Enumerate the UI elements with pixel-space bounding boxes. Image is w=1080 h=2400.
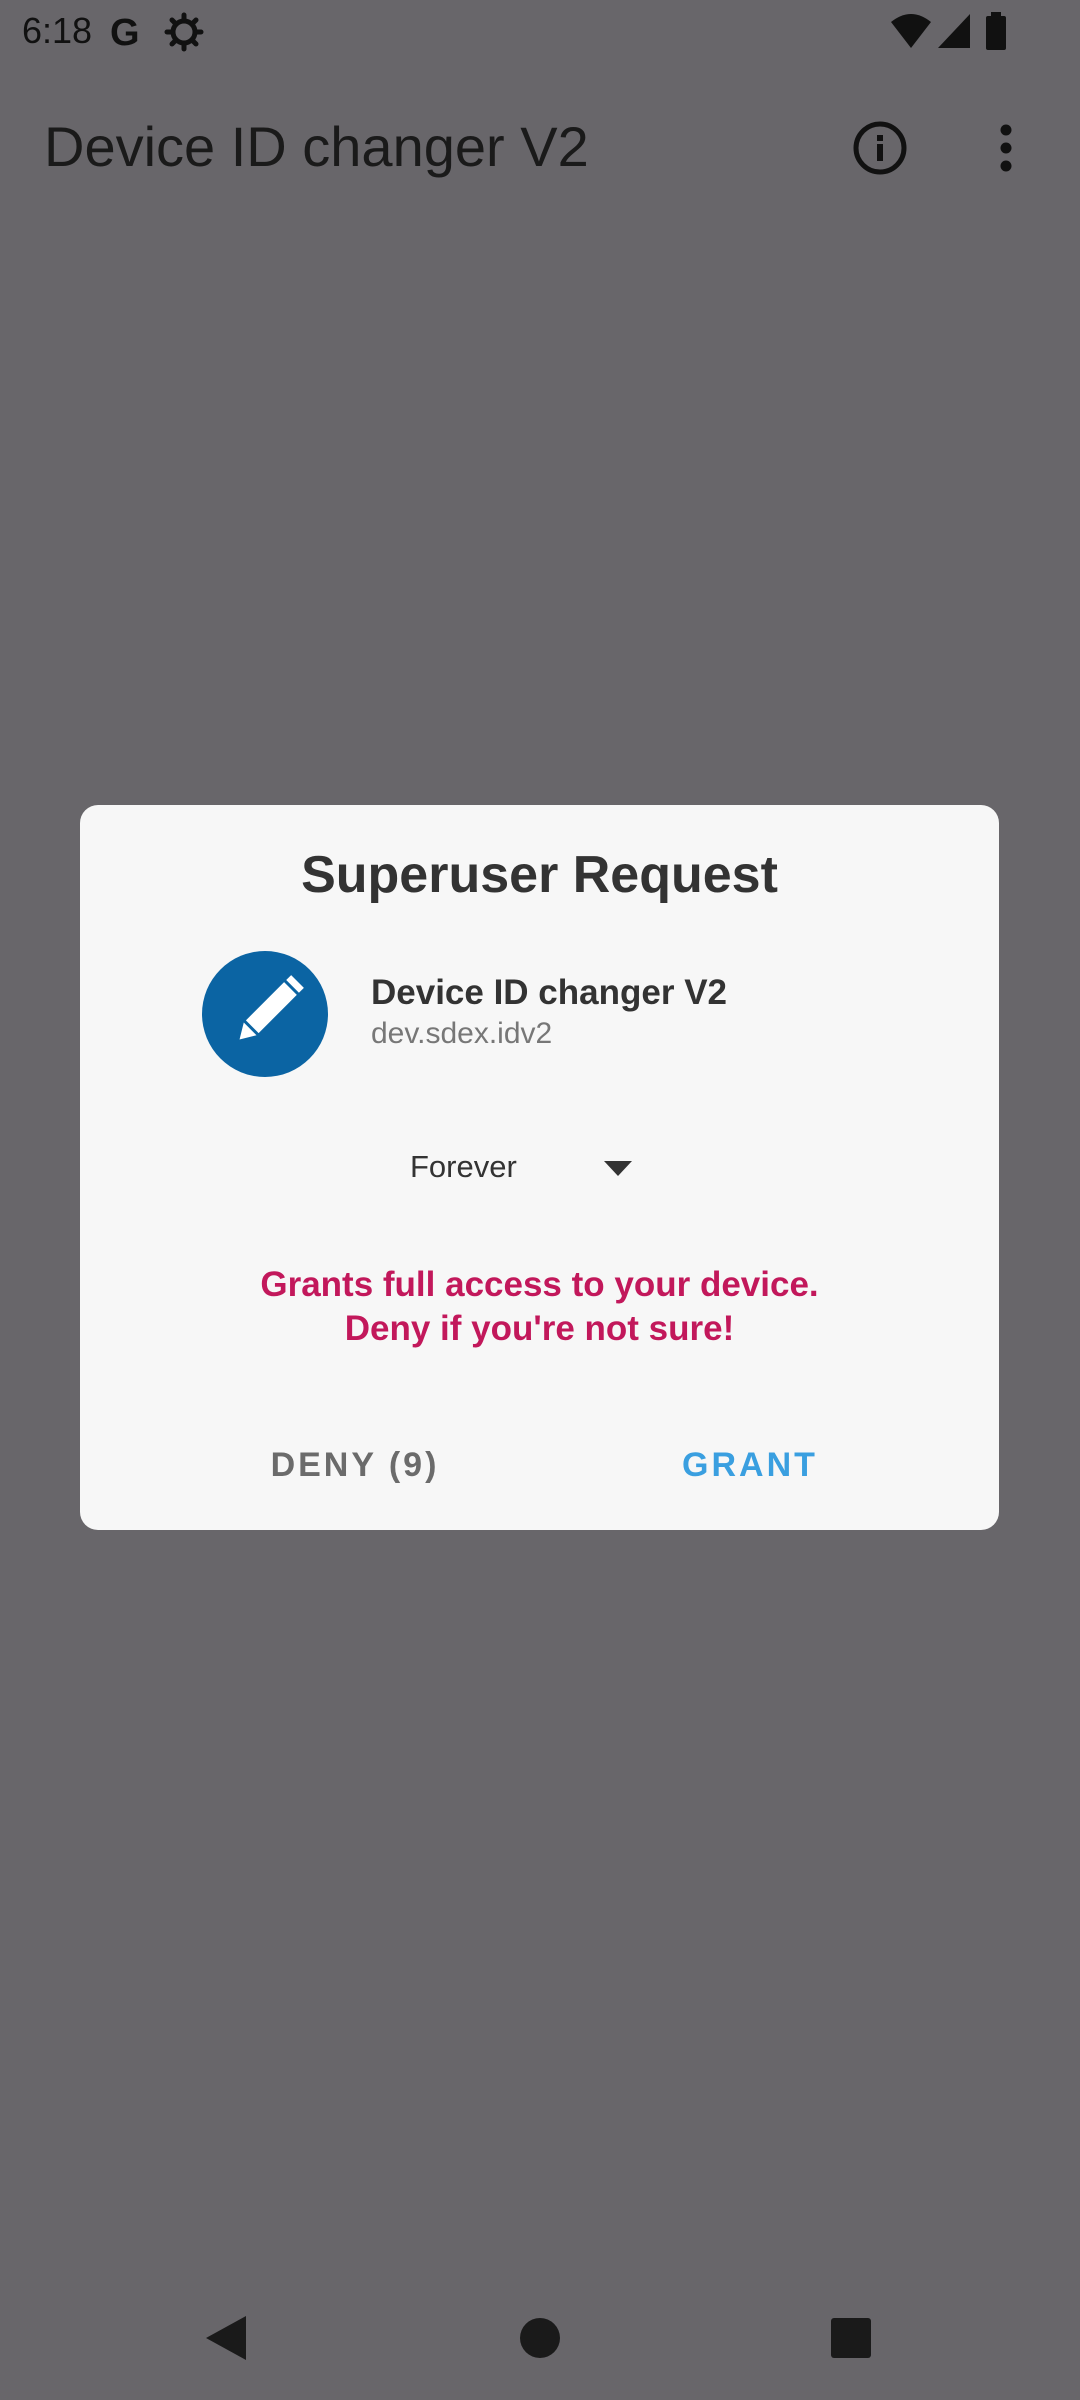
grant-button[interactable]: GRANT <box>640 1425 860 1505</box>
google-icon: G <box>108 12 148 57</box>
app-title: Device ID changer V2 <box>44 115 589 178</box>
dialog-title: Superuser Request <box>301 846 778 904</box>
app-bar: Device ID changer V2 <box>0 64 1080 232</box>
recents-icon[interactable] <box>823 2310 879 2366</box>
app-package: dev.sdex.idv2 <box>371 1017 553 1050</box>
duration-dropdown[interactable]: Forever <box>410 1143 710 1203</box>
battery-icon <box>984 12 1008 57</box>
dropdown-arrow-icon <box>604 1161 632 1182</box>
more-vertical-icon[interactable] <box>974 116 1038 180</box>
signal-icon <box>936 12 972 57</box>
back-icon[interactable] <box>198 2310 254 2366</box>
navigation-bar <box>0 2270 1080 2400</box>
warning-line-2: Deny if you're not sure! <box>344 1309 735 1348</box>
pencil-icon <box>239 975 304 1040</box>
warning-line-1: Grants full access to your device. <box>260 1265 819 1304</box>
app-icon <box>202 951 328 1077</box>
svg-text:G: G <box>110 12 140 52</box>
status-time: 6:18 <box>22 10 93 51</box>
warning-message: Grants full access to your device. Deny … <box>80 1263 999 1351</box>
app-name: Device ID changer V2 <box>371 973 727 1012</box>
deny-button[interactable]: DENY (9) <box>240 1425 470 1505</box>
status-bar: 6:18 G <box>0 0 1080 64</box>
home-icon[interactable] <box>512 2310 568 2366</box>
wifi-icon <box>890 12 932 57</box>
superuser-request-dialog: Superuser Request Device ID changer V2 d… <box>80 805 999 1530</box>
settings-gear-icon <box>164 12 204 57</box>
info-icon[interactable] <box>848 116 912 180</box>
duration-value: Forever <box>410 1149 517 1184</box>
